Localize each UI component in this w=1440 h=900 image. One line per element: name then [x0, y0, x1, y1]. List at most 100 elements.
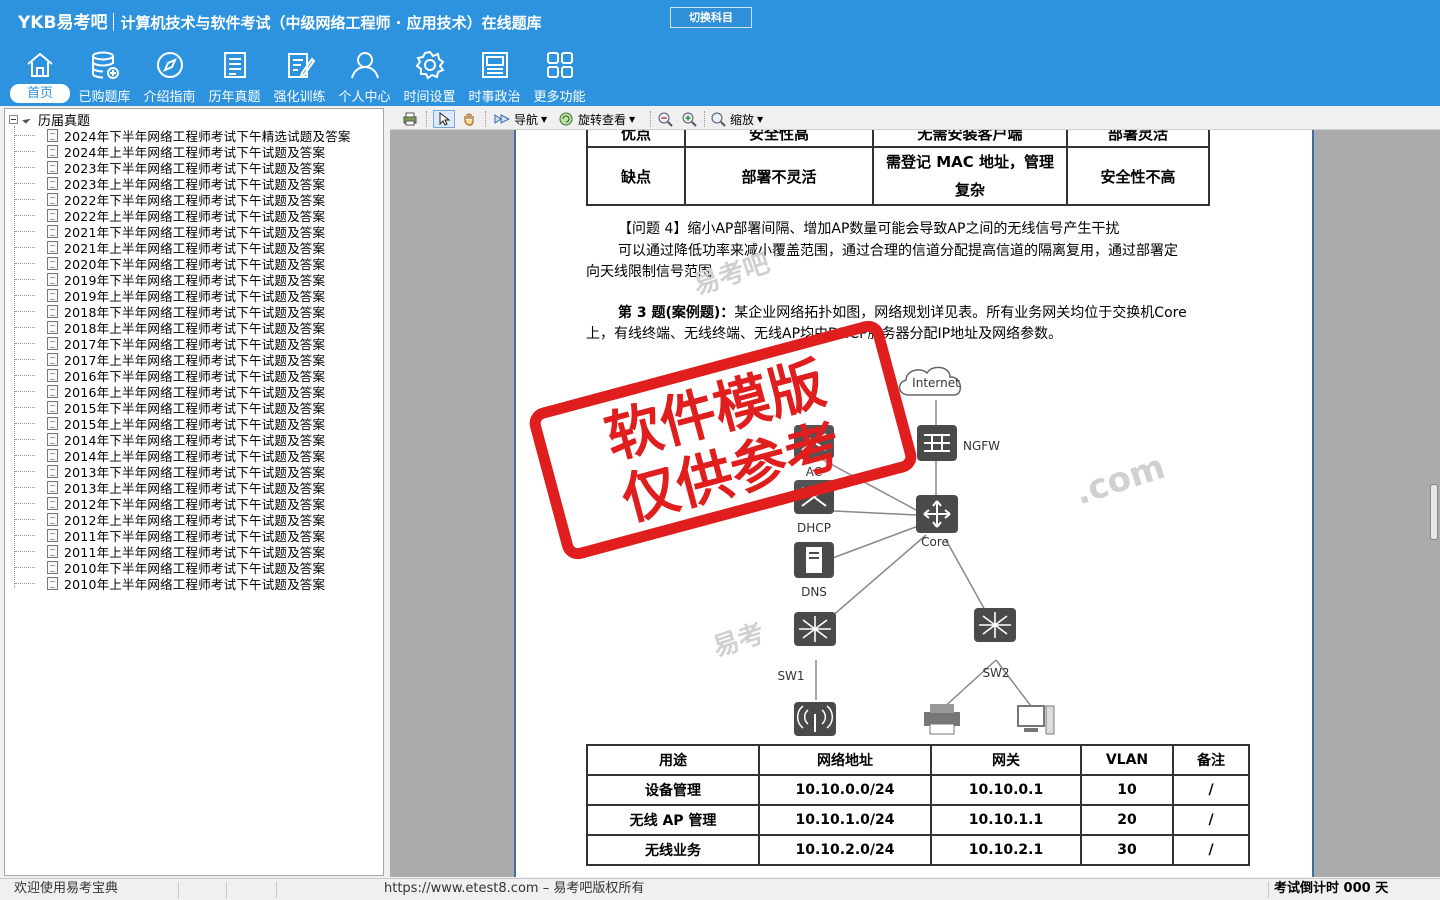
- q3-line-1: 第 3 题(案例题)：某企业网络拓扑如图，网络规划详见表。所有业务网关均位于交换…: [618, 303, 1187, 324]
- nav-purchased[interactable]: 已购题库: [72, 46, 137, 105]
- document-icon: [47, 576, 58, 590]
- folder-arrow-icon: [22, 114, 31, 124]
- document-icon: [47, 432, 58, 446]
- comparison-cell: 无需安装客户端: [872, 130, 1068, 148]
- document-viewer: 导航 ▼ 旋转查看 ▼ 缩放 ▼ 优点 安全性高 无需安装客户端 部署灵活 缺点 部署不灵活 需登…: [390, 108, 1440, 877]
- nav-guide-label: 介绍指南: [143, 90, 196, 105]
- nav-home[interactable]: 首页: [7, 46, 72, 104]
- table-cell: /: [1172, 804, 1250, 836]
- q4-line-1: 【问题 4】缩小AP部署间隔、增加AP数量可能会导致AP之间的无线信号产生干扰: [618, 221, 1120, 237]
- sw2-switch-icon: [974, 608, 1016, 642]
- status-bar: 欢迎使用易考宝典 https://www.etest8.com – 易考吧版权所…: [0, 878, 1440, 900]
- comparison-cell: 部署灵活: [1066, 130, 1210, 148]
- zoom-out-icon: [658, 112, 673, 127]
- table-row: 无线 AP 管理 10.10.1.0/24 10.10.1.1 20/: [586, 804, 1250, 836]
- nav-past-exams[interactable]: 历年真题: [202, 46, 267, 105]
- comparison-cell: 优点: [586, 130, 686, 148]
- table-cell: 10.10.2.1: [930, 834, 1082, 866]
- firewall-icon: [917, 425, 957, 461]
- nav-profile[interactable]: 个人中心: [332, 46, 397, 105]
- table-cell: 无线业务: [586, 834, 760, 866]
- printer-icon: [924, 704, 960, 735]
- document-icon: [47, 528, 58, 542]
- core-label: Core: [921, 535, 949, 549]
- column-header: 网关: [930, 744, 1082, 776]
- rotate-icon: [559, 112, 573, 126]
- rotate-view-label: 旋转查看: [578, 112, 627, 127]
- navigate-menu[interactable]: 导航 ▼: [494, 110, 547, 128]
- network-table-header: 用途 网络地址 网关 VLAN 备注: [586, 744, 1250, 776]
- nav-past-exams-label: 历年真题: [208, 90, 261, 105]
- column-header: 备注: [1172, 744, 1250, 776]
- comparison-cell: 缺点: [586, 146, 686, 206]
- dhcp-server-icon: [794, 480, 834, 514]
- q3-line-2: 上，有线终端、无线终端、无线AP均由DHCP服务器分配IP地址及网络参数。: [586, 326, 1063, 342]
- main-nav: 首页 已购题库 介绍指南 历年真题 强化训练 个人中心 时间设置 时事政治 更多…: [7, 46, 592, 105]
- table-cell: 无线 AP 管理: [586, 804, 760, 836]
- nav-time-settings[interactable]: 时间设置: [397, 46, 462, 105]
- hand-tool-button[interactable]: [461, 110, 477, 128]
- table-cell: 10.10.2.0/24: [758, 834, 932, 866]
- nav-time-settings-label: 时间设置: [403, 90, 456, 105]
- navigate-icon: [494, 114, 510, 124]
- hand-icon: [464, 113, 474, 126]
- switch-subject-button[interactable]: 切换科目: [670, 7, 752, 28]
- nav-training[interactable]: 强化训练: [267, 46, 332, 105]
- nav-news-label: 时事政治: [468, 90, 521, 105]
- q4-line-3: 向天线限制信号范围: [586, 264, 712, 280]
- table-cell: 设备管理: [586, 774, 760, 806]
- table-row: 设备管理 10.10.0.0/24 10.10.0.1 10/: [586, 774, 1250, 806]
- network-plan-table: 用途 网络地址 网关 VLAN 备注 设备管理 10.10.0.0/24 10.10.0.1 1…: [586, 744, 1250, 866]
- sw2-label: SW2: [982, 666, 1009, 680]
- document-icon: [47, 304, 58, 318]
- zoom-icon: [711, 112, 726, 127]
- document-icon: [47, 416, 58, 430]
- collapse-icon[interactable]: [9, 114, 18, 124]
- nav-more[interactable]: 更多功能: [527, 46, 592, 105]
- print-icon: [403, 112, 417, 126]
- nav-guide[interactable]: 介绍指南: [137, 46, 202, 105]
- cursor-icon: [439, 111, 451, 126]
- zoom-menu[interactable]: 缩放 ▼: [710, 110, 763, 128]
- document-icon: [47, 208, 58, 222]
- rotate-view-menu[interactable]: 旋转查看 ▼: [558, 110, 635, 128]
- app-brand: YKB易考吧 计算机技术与软件考试（中级网络工程师 · 应用技术）在线题库: [18, 8, 542, 33]
- zoom-in-icon: [682, 112, 697, 127]
- column-header: 用途: [586, 744, 760, 776]
- table-cell: /: [1172, 834, 1250, 866]
- vertical-scrollbar[interactable]: [1430, 484, 1438, 540]
- print-button[interactable]: [402, 110, 418, 128]
- document-icon: [47, 144, 58, 158]
- nav-more-label: 更多功能: [533, 90, 586, 105]
- app-title: 计算机技术与软件考试（中级网络工程师 · 应用技术）在线题库: [120, 14, 542, 32]
- document-icon: [47, 128, 58, 142]
- select-tool-button[interactable]: [433, 110, 455, 128]
- network-topology: Internet NGFW AC DHCP DNS Core SW1 SW2: [777, 366, 1055, 736]
- ac-controller-icon: [794, 425, 834, 459]
- nav-training-label: 强化训练: [273, 90, 326, 105]
- comparison-cell: 部署不灵活: [684, 146, 874, 206]
- document-icon: [47, 352, 58, 366]
- document-icon: [47, 544, 58, 558]
- document-icon: [47, 320, 58, 334]
- comparison-cell: 安全性高: [684, 130, 874, 148]
- watermark-text-3: 易考: [709, 618, 769, 664]
- comparison-cell: 安全性不高: [1066, 146, 1210, 206]
- tree-item[interactable]: 2010年上半年网络工程师考试下午试题及答案: [5, 575, 351, 592]
- table-cell: 10.10.0.1: [930, 774, 1082, 806]
- tree-item-label: 2010年上半年网络工程师考试下午试题及答案: [64, 576, 326, 592]
- zoom-out-button[interactable]: [657, 110, 673, 128]
- exam-list-icon: [223, 52, 246, 78]
- exam-countdown: 考试倒计时 000 天: [1274, 881, 1389, 896]
- nav-news[interactable]: 时事政治: [462, 46, 527, 105]
- document-icon: [47, 288, 58, 302]
- exam-tree-panel: 历届真题 2024年下半年网络工程师考试下午精选试题及答案 2024年上半年网络工…: [4, 108, 384, 876]
- document-icon: [47, 496, 58, 510]
- zoom-in-button[interactable]: [681, 110, 697, 128]
- table-cell: 10.10.1.0/24: [758, 804, 932, 836]
- user-icon: [350, 52, 379, 79]
- document-icon: [47, 464, 58, 478]
- document-icon: [47, 176, 58, 190]
- document-icon: [47, 400, 58, 414]
- zoom-label: 缩放: [730, 112, 755, 127]
